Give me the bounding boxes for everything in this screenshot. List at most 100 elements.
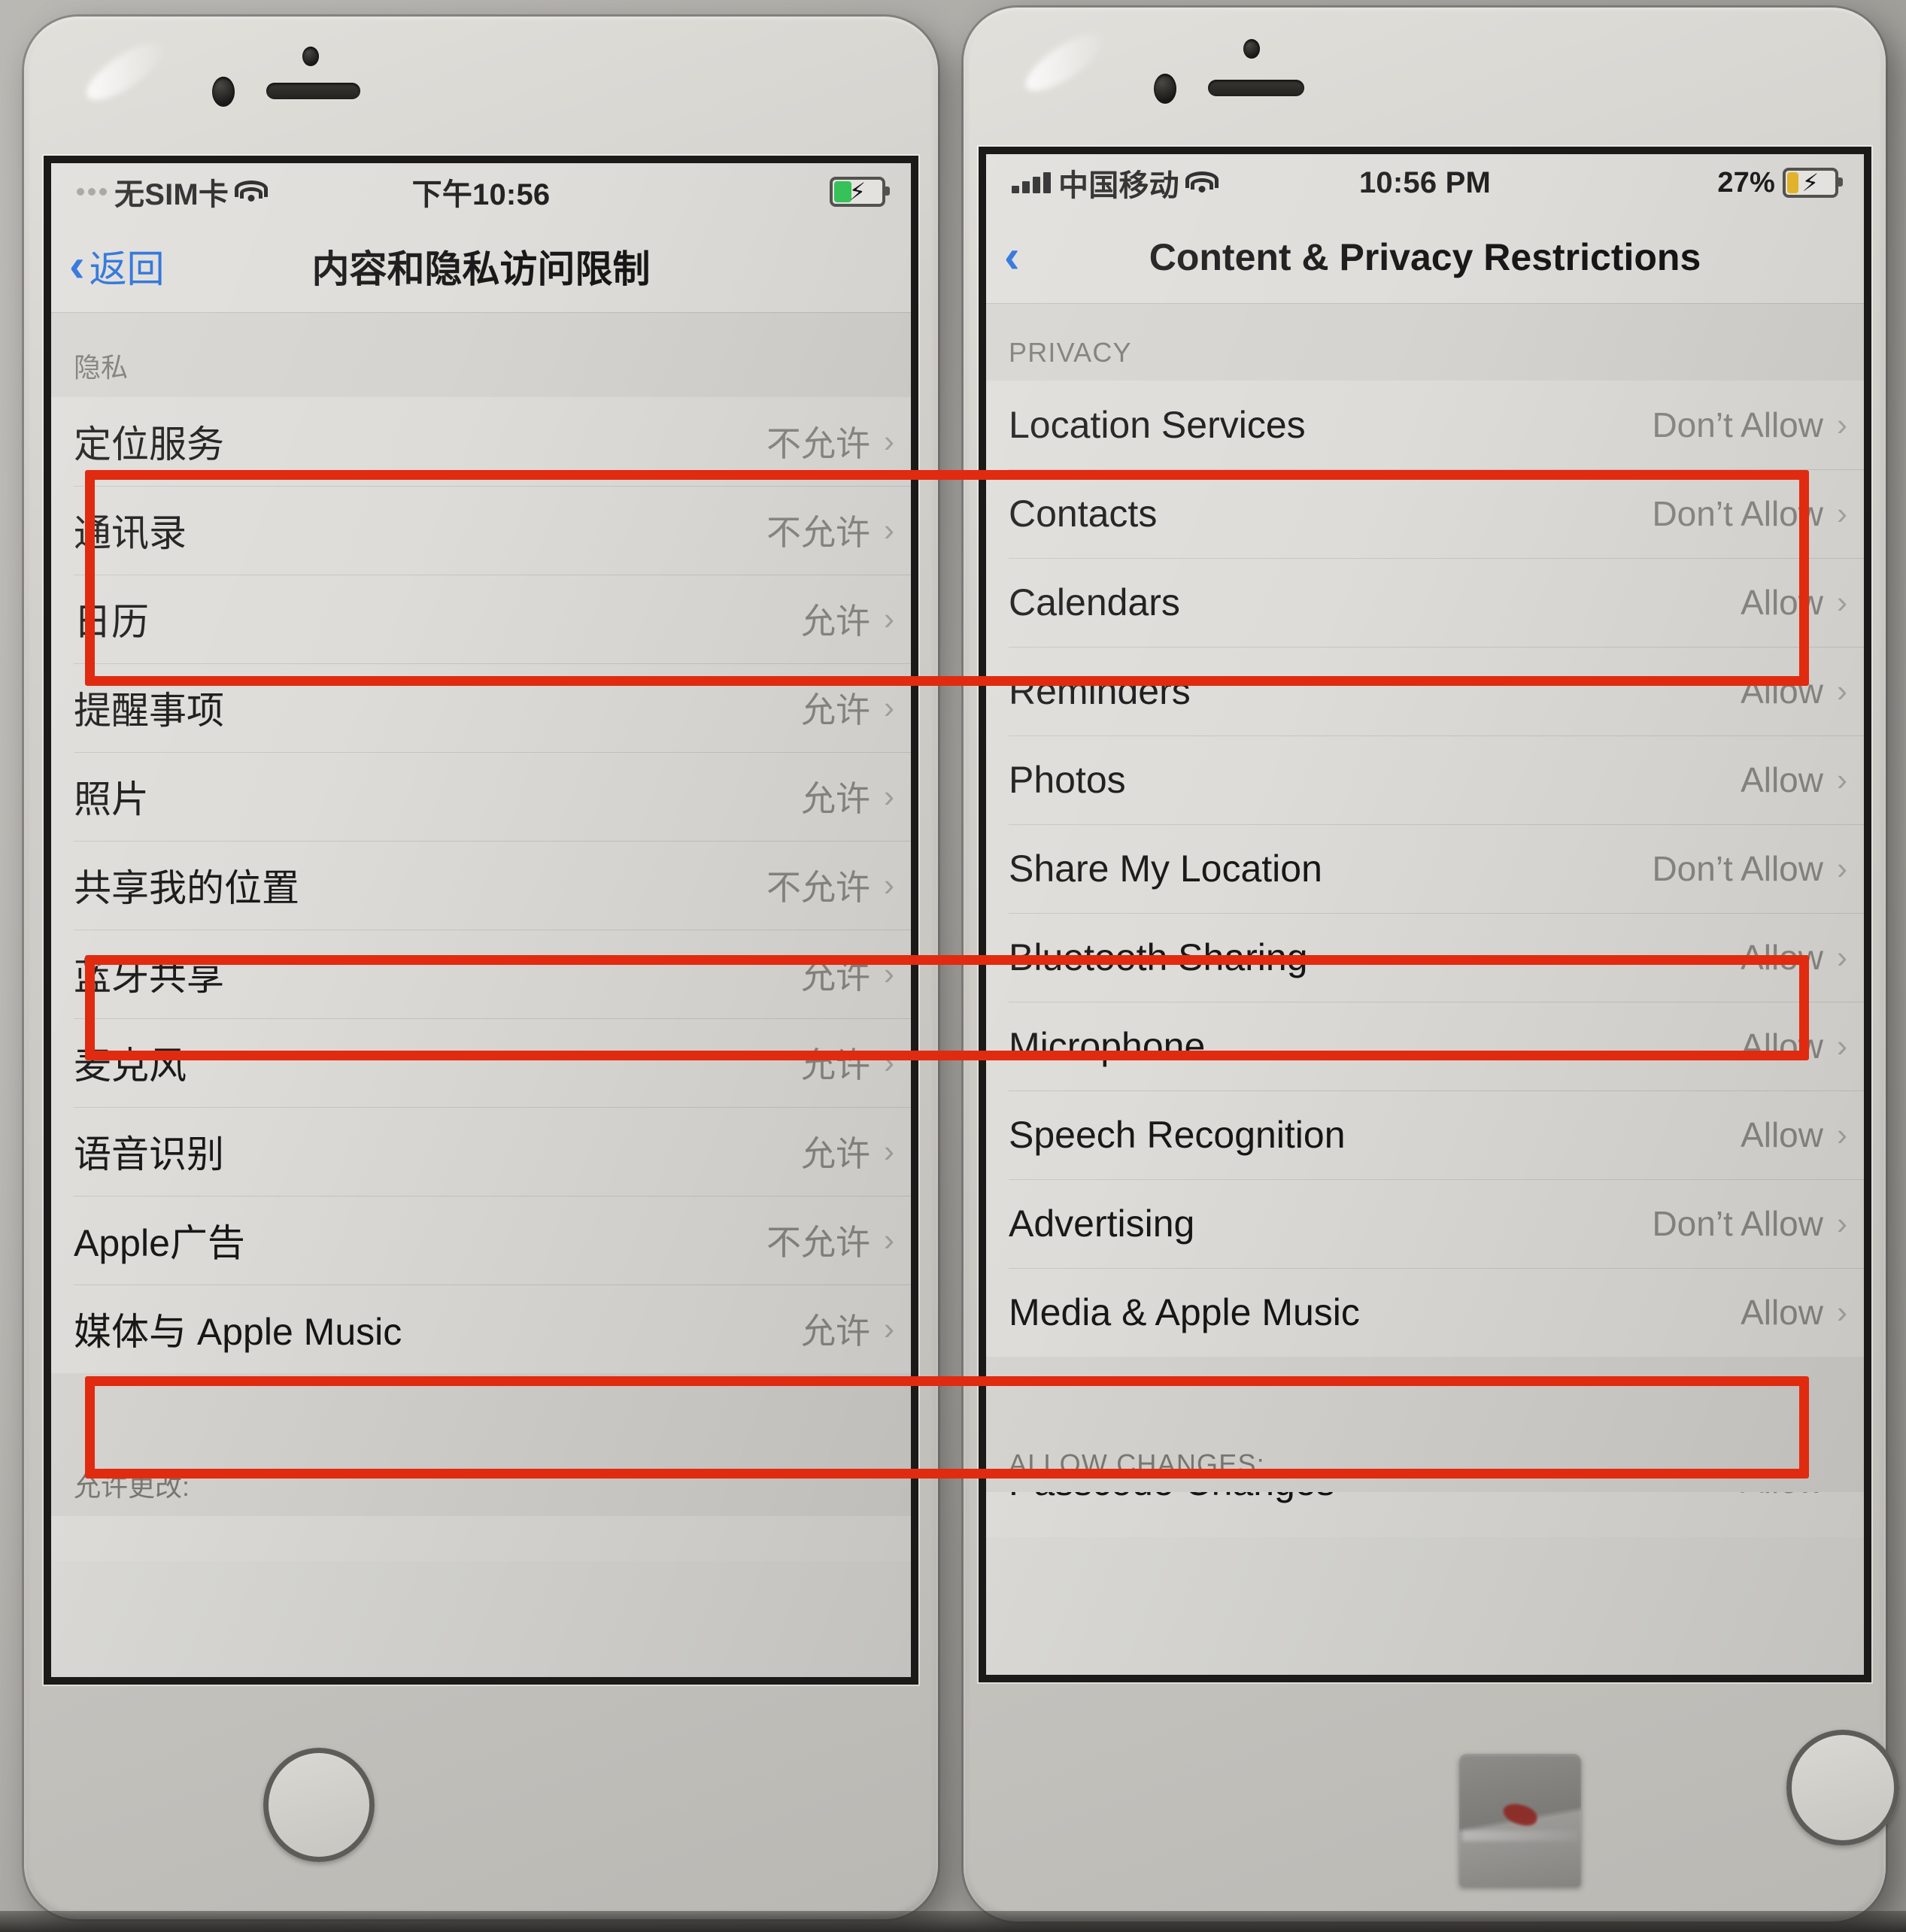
chevron-right-icon: › [884,1133,894,1169]
table-edge [0,1911,1906,1932]
chevron-right-icon: › [1837,762,1847,797]
left-settings-list: 定位服务 不允许 › 通讯录 不允许 › 日历 允许 › 提醒事项 允许 › 照片 允许 › 共享我的位置 不允… [51,397,911,1373]
list-item[interactable]: Media & Apple Music Allow › [986,1268,1864,1357]
list-gap [986,1357,1864,1415]
list-item[interactable]: 日历 允许 › [51,575,911,663]
proximity-sensor-icon [302,47,319,66]
chevron-right-icon: › [1837,1117,1847,1152]
chevron-right-icon: › [884,867,894,902]
list-item[interactable]: Location Services Don’t Allow › [986,381,1864,469]
list-item-label: Microphone [1009,1025,1206,1067]
list-item[interactable]: Apple广告 不允许 › [51,1196,911,1284]
proximity-sensor-icon [1243,39,1260,59]
chevron-right-icon: › [1837,407,1847,442]
list-item[interactable]: 通讯录 不允许 › [51,486,911,575]
list-item[interactable]: 麦克风 允许 › [51,1018,911,1107]
chevron-right-icon: › [1837,1294,1847,1330]
chassis-highlight [1018,24,1111,101]
chevron-right-icon: › [884,1516,894,1521]
list-item-label: 共享我的位置 [74,867,299,909]
list-item-value: 允许 [801,779,870,818]
list-item[interactable]: 语音识别 允许 › [51,1107,911,1196]
patch-shine [1462,1830,1578,1842]
list-item[interactable]: Speech Recognition Allow › [986,1090,1864,1179]
right-status-bar: 中国移动 10:56 PM 27% ⚡ [986,154,1864,211]
chevron-right-icon: › [884,1222,894,1257]
list-item-value: 允许 [801,957,870,996]
chassis-highlight [78,33,171,110]
list-item[interactable]: Reminders Allow › [986,647,1864,735]
list-item-label: 照片 [74,778,149,820]
list-item[interactable]: 提醒事项 允许 › [51,663,911,752]
list-item-label: 日历 [74,601,149,643]
list-item[interactable]: Microphone Allow › [986,1002,1864,1090]
left-iphone-device: 无SIM卡 下午10:56 ⚡ ‹ 返回 内容和隐私访问限制 隐私 定位服务 不… [24,17,938,1919]
list-item[interactable]: 照片 允许 › [51,752,911,841]
earpiece-speaker-icon [266,83,360,99]
list-item-label: Share My Location [1009,848,1322,890]
battery-charging-icon: ⚡ [1783,168,1843,198]
signal-dots-icon [77,188,107,196]
page-title: Content & Privacy Restrictions [1149,236,1701,278]
list-item-partial[interactable]: › [51,1516,911,1561]
section-header-privacy: 隐私 [51,313,911,397]
wifi-icon [1185,171,1219,194]
list-item-label: 媒体与 Apple Music [74,1311,402,1353]
list-item[interactable]: Contacts Don’t Allow › [986,469,1864,558]
list-item-label: 麦克风 [74,1045,187,1087]
chevron-right-icon: › [1837,496,1847,531]
battery-charging-icon: ⚡ [830,177,890,207]
list-item[interactable]: Calendars Allow › [986,558,1864,647]
chevron-right-icon: › [1837,1492,1847,1497]
list-item-label: Contacts [1009,493,1158,535]
list-item[interactable]: Bluetooth Sharing Allow › [986,913,1864,1002]
list-item-label: Passcode Changes [1009,1492,1741,1504]
chevron-right-icon: › [884,956,894,991]
list-item-value: Allow [1741,1492,1823,1501]
chevron-right-icon: › [884,690,894,725]
list-item-partial[interactable]: Passcode Changes Allow › [986,1492,1864,1537]
list-item-label: Location Services [1009,404,1306,446]
list-item-value: 允许 [801,1134,870,1173]
back-button[interactable]: ‹ 返回 [51,239,165,293]
list-gap [51,1373,911,1432]
list-item-label: Reminders [1009,670,1191,712]
carrier-label: 无SIM卡 [114,178,229,211]
right-phone-screen: 中国移动 10:56 PM 27% ⚡ ‹ Content & Privacy … [979,147,1871,1682]
chevron-left-icon: ‹ [69,240,85,292]
cellular-bars-icon [1012,172,1051,193]
list-item-value: 不允许 [766,1223,870,1262]
home-button[interactable] [1786,1730,1899,1846]
chevron-right-icon: › [1837,1206,1847,1241]
list-item-label: 提醒事项 [74,690,224,732]
chevron-right-icon: › [884,423,894,459]
list-item-value: Allow [1741,1027,1823,1066]
list-item[interactable]: 媒体与 Apple Music 允许 › [51,1284,911,1373]
list-item-value: Don’t Allow [1652,405,1823,444]
right-nav-bar: ‹ Content & Privacy Restrictions [986,211,1864,304]
list-item-label: 定位服务 [74,423,224,466]
list-item-value: 不允许 [766,424,870,463]
list-item-label: 语音识别 [74,1133,224,1175]
list-item-label: Apple广告 [74,1222,245,1264]
list-item-value: 允许 [801,1045,870,1084]
chevron-left-icon: ‹ [1004,231,1020,283]
front-camera-lens-icon [1154,74,1176,104]
back-button-label: 返回 [89,248,165,290]
section-header-privacy: PRIVACY [986,304,1864,381]
back-button[interactable]: ‹ [986,234,1024,281]
list-item-label: Media & Apple Music [1009,1291,1360,1333]
list-item[interactable]: 共享我的位置 不允许 › [51,841,911,930]
list-item-value: Allow [1741,583,1823,622]
list-item[interactable]: 蓝牙共享 允许 › [51,930,911,1018]
list-item[interactable]: Photos Allow › [986,735,1864,824]
list-item-value: Allow [1741,938,1823,977]
list-item[interactable]: 定位服务 不允许 › [51,397,911,486]
list-item-label: 通讯录 [74,512,187,554]
list-item-label: Calendars [1009,581,1180,623]
list-item[interactable]: Advertising Don’t Allow › [986,1179,1864,1268]
list-item[interactable]: Share My Location Don’t Allow › [986,824,1864,913]
home-button[interactable] [263,1748,375,1862]
carrier-label: 中国移动 [1058,169,1179,202]
left-phone-screen: 无SIM卡 下午10:56 ⚡ ‹ 返回 内容和隐私访问限制 隐私 定位服务 不… [44,156,918,1685]
